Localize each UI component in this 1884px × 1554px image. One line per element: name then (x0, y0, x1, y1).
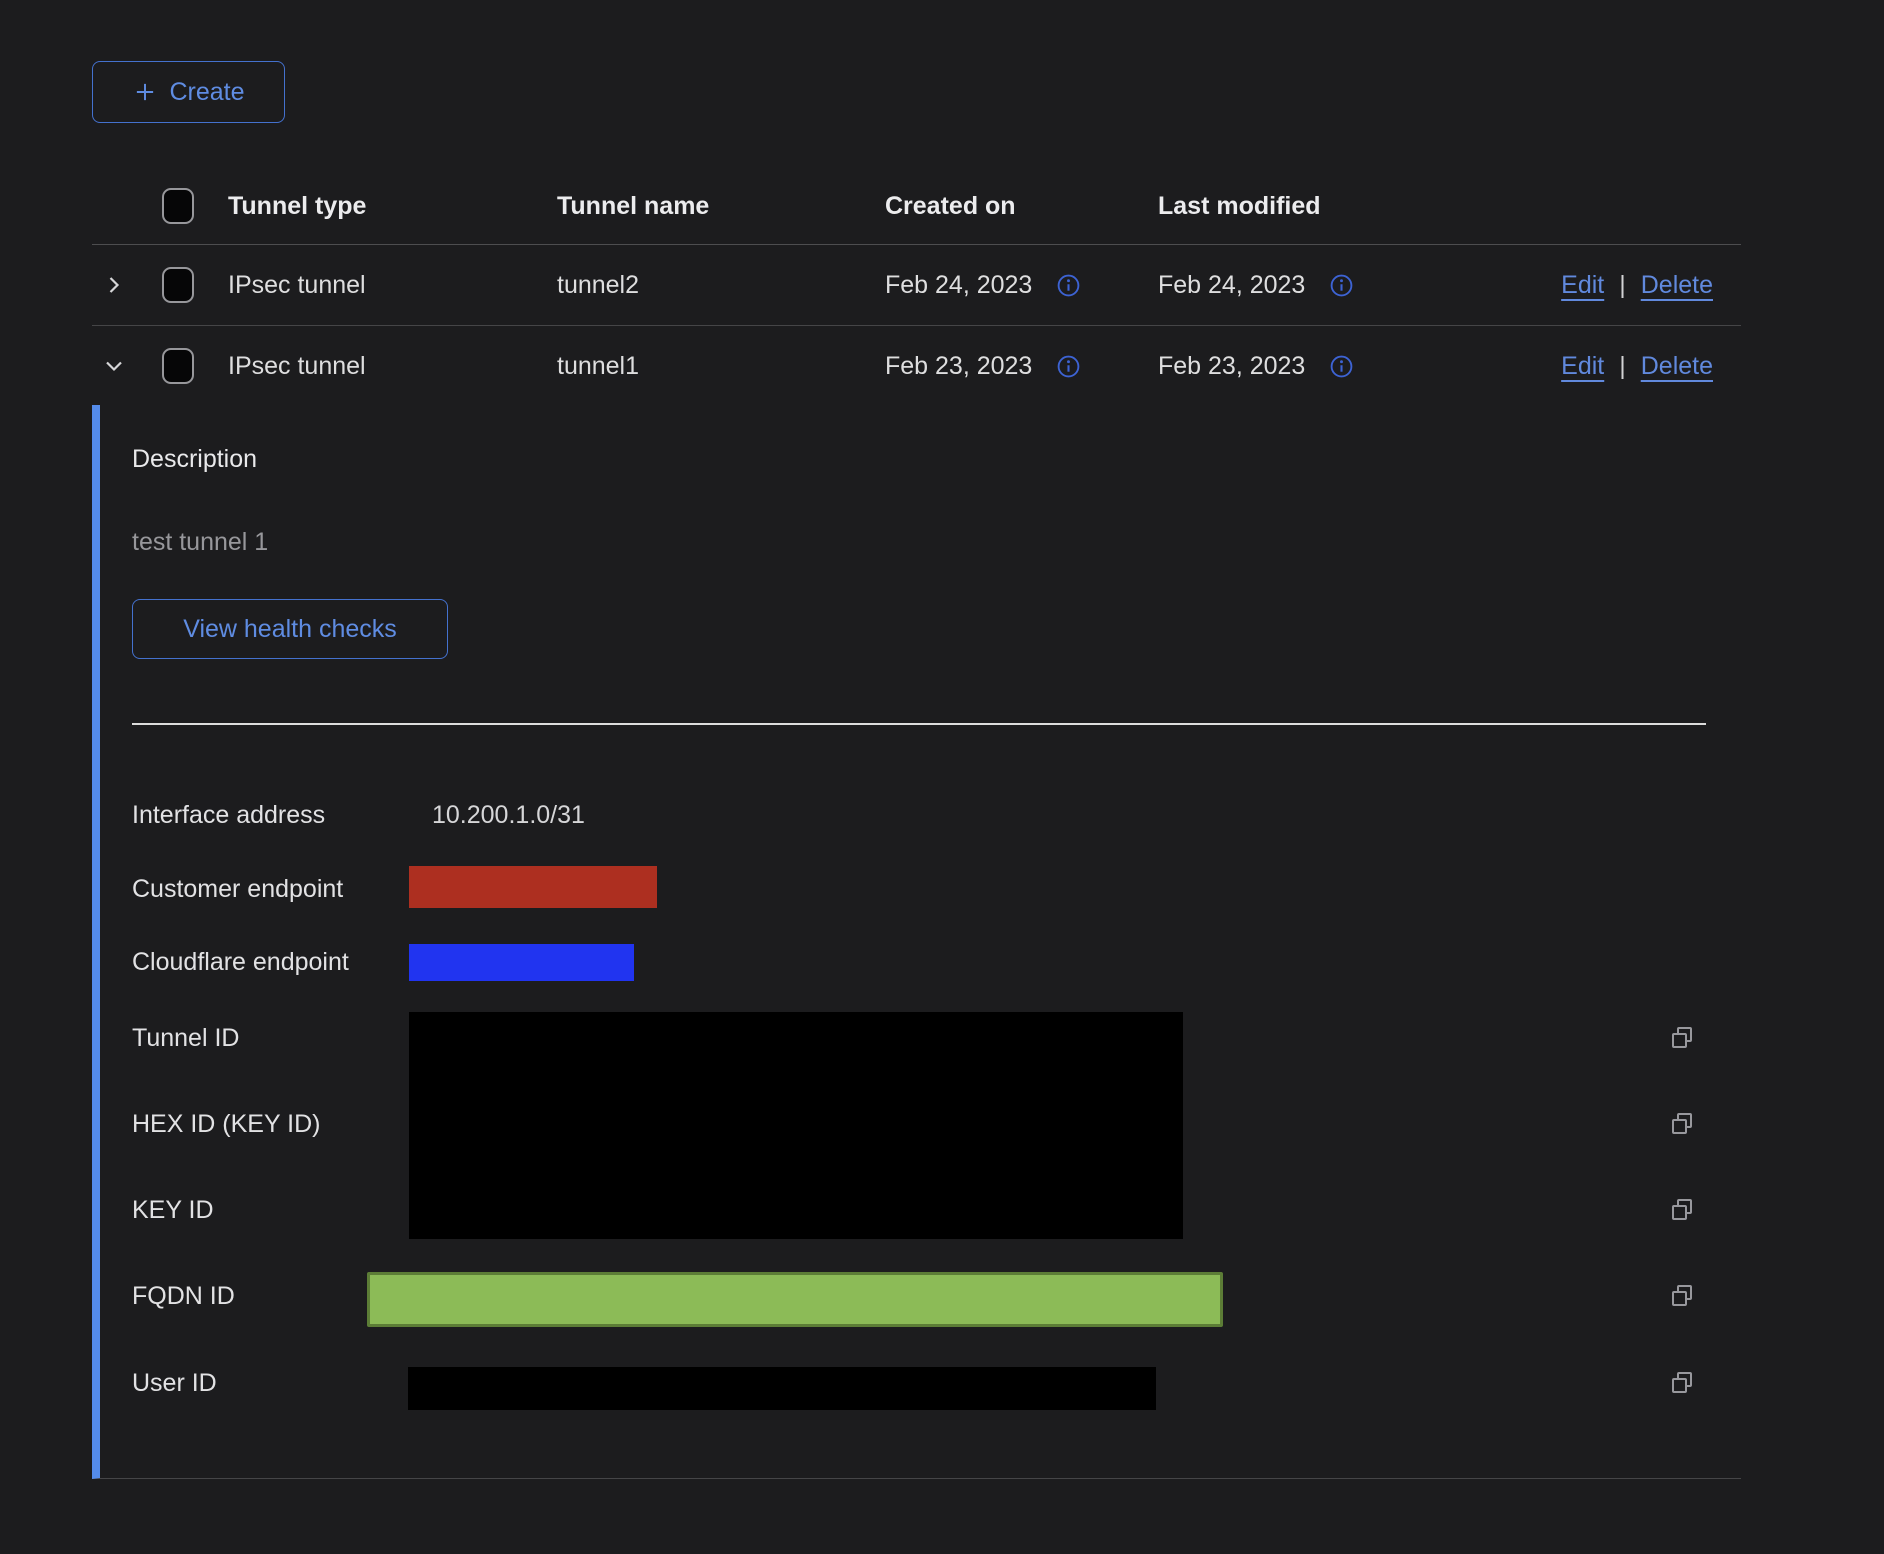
created-on-value: Feb 23, 2023 (885, 352, 1032, 381)
description-label: Description (132, 443, 257, 475)
tunnel-name-value: tunnel1 (557, 352, 885, 381)
user-id-redaction (408, 1367, 1156, 1410)
edit-link[interactable]: Edit (1561, 271, 1604, 300)
create-button[interactable]: Create (92, 61, 285, 123)
tunnel-row-tunnel1: IPsec tunnel tunnel1 Feb 23, 2023 Feb 23… (92, 326, 1741, 406)
interface-address-value: 10.200.1.0/31 (432, 799, 585, 831)
view-health-checks-button[interactable]: View health checks (132, 599, 448, 659)
cloudflare-endpoint-label: Cloudflare endpoint (132, 946, 349, 978)
row-checkbox[interactable] (162, 348, 194, 384)
last-modified-value: Feb 23, 2023 (1158, 352, 1305, 381)
info-icon[interactable] (1056, 273, 1081, 298)
description-value: test tunnel 1 (132, 526, 268, 558)
key-id-label: KEY ID (132, 1194, 214, 1226)
delete-link[interactable]: Delete (1641, 352, 1713, 381)
action-separator: | (1619, 271, 1626, 300)
header-tunnel-type: Tunnel type (228, 192, 557, 221)
header-last-modified: Last modified (1158, 192, 1431, 221)
ids-redaction-block (409, 1012, 1183, 1239)
header-created-on: Created on (885, 192, 1158, 221)
tunnels-table: Tunnel type Tunnel name Created on Last … (92, 168, 1741, 406)
info-icon[interactable] (1329, 273, 1354, 298)
tunnel-name-value: tunnel2 (557, 271, 885, 300)
edit-link[interactable]: Edit (1561, 352, 1604, 381)
tunnel-row-tunnel2: IPsec tunnel tunnel2 Feb 24, 2023 Feb 24… (92, 245, 1741, 326)
chevron-down-icon[interactable] (102, 354, 126, 378)
row-checkbox[interactable] (162, 267, 194, 303)
info-icon[interactable] (1056, 354, 1081, 379)
customer-endpoint-label: Customer endpoint (132, 873, 343, 905)
tunnel-id-label: Tunnel ID (132, 1022, 239, 1054)
create-button-label: Create (169, 78, 244, 107)
table-header-row: Tunnel type Tunnel name Created on Last … (92, 168, 1741, 245)
plus-icon (132, 79, 158, 105)
tunnel-type-value: IPsec tunnel (228, 352, 557, 381)
fqdn-id-redaction (367, 1272, 1223, 1327)
created-on-value: Feb 24, 2023 (885, 271, 1032, 300)
hex-id-label: HEX ID (KEY ID) (132, 1108, 320, 1140)
chevron-right-icon[interactable] (102, 273, 126, 297)
last-modified-value: Feb 24, 2023 (1158, 271, 1305, 300)
header-tunnel-name: Tunnel name (557, 192, 885, 221)
tunnel-type-value: IPsec tunnel (228, 271, 557, 300)
customer-endpoint-redaction (409, 866, 657, 908)
fqdn-id-label: FQDN ID (132, 1280, 235, 1312)
copy-icon[interactable] (1668, 1369, 1696, 1397)
section-divider (132, 723, 1706, 725)
user-id-label: User ID (132, 1367, 217, 1399)
copy-icon[interactable] (1668, 1024, 1696, 1052)
copy-icon[interactable] (1668, 1282, 1696, 1310)
copy-icon[interactable] (1668, 1196, 1696, 1224)
cloudflare-endpoint-redaction (409, 944, 634, 981)
interface-address-label: Interface address (132, 799, 325, 831)
copy-icon[interactable] (1668, 1110, 1696, 1138)
delete-link[interactable]: Delete (1641, 271, 1713, 300)
select-all-checkbox[interactable] (162, 188, 194, 224)
tunnel-detail-panel: Description test tunnel 1 View health ch… (92, 405, 1741, 1479)
info-icon[interactable] (1329, 354, 1354, 379)
action-separator: | (1619, 352, 1626, 381)
